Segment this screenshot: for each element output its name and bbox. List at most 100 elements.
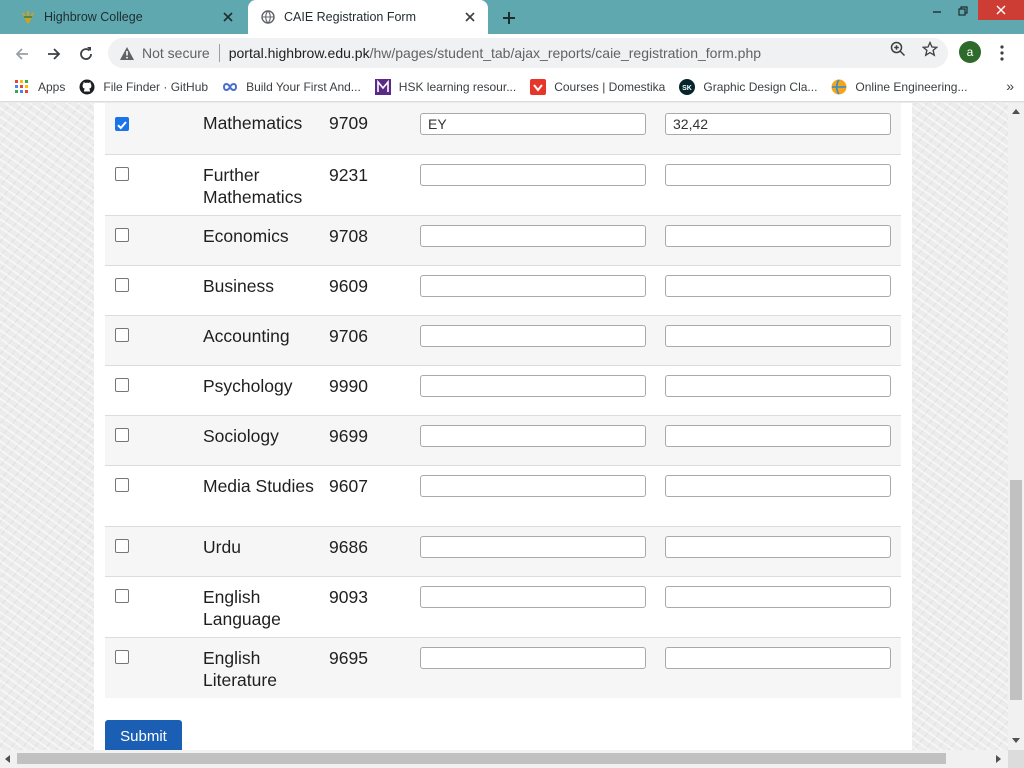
subject-field-a-input[interactable] xyxy=(420,475,646,497)
close-tab-icon[interactable] xyxy=(462,9,478,25)
close-tab-icon[interactable] xyxy=(220,9,236,25)
subject-checkbox[interactable] xyxy=(115,589,129,603)
sk-icon: SK xyxy=(679,78,696,95)
subject-field-a-input[interactable] xyxy=(420,586,646,608)
subject-field-b-input[interactable] xyxy=(665,325,891,347)
subject-field-b-input[interactable] xyxy=(665,586,891,608)
subject-field-b-input[interactable] xyxy=(665,536,891,558)
checkmark-icon xyxy=(117,121,127,130)
vertical-scroll-thumb[interactable] xyxy=(1010,480,1022,700)
scroll-left-arrow-icon[interactable] xyxy=(5,755,10,763)
new-tab-plus-icon[interactable] xyxy=(498,7,520,29)
subject-name: English Literature xyxy=(203,648,277,690)
zoom-magnifier-icon[interactable] xyxy=(889,40,907,58)
restore-window-icon[interactable] xyxy=(952,0,974,22)
subject-field-b-input[interactable] xyxy=(665,275,891,297)
subject-code: 9708 xyxy=(329,226,368,246)
subject-code: 9990 xyxy=(329,376,368,396)
subject-checkbox[interactable] xyxy=(115,278,129,292)
highbrow-logo-icon xyxy=(20,9,36,25)
subject-code: 9609 xyxy=(329,276,368,296)
warning-triangle-icon[interactable] xyxy=(118,44,136,62)
infinity-icon xyxy=(222,79,238,95)
bookmark-hsk-learning[interactable]: HSK learning resour... xyxy=(374,78,516,95)
subject-field-b-input[interactable]: 32,42 xyxy=(665,113,891,135)
table-row: Urdu 9686 xyxy=(105,527,901,577)
scroll-right-arrow-icon[interactable] xyxy=(996,755,1001,763)
subject-checkbox[interactable] xyxy=(115,117,129,131)
subject-name: Psychology xyxy=(203,376,293,396)
subject-field-b-input[interactable] xyxy=(665,375,891,397)
scrollbar-corner xyxy=(1008,750,1024,768)
subject-checkbox[interactable] xyxy=(115,539,129,553)
bookmark-online-engineering[interactable]: Online Engineering... xyxy=(831,78,967,95)
scroll-up-arrow-icon[interactable] xyxy=(1012,109,1020,114)
address-bar[interactable]: Not secure portal.highbrow.edu.pk/hw/pag… xyxy=(108,38,948,68)
m-logo-icon xyxy=(374,78,391,95)
table-row: Sociology 9699 xyxy=(105,416,901,466)
bookmark-github-file-finder[interactable]: File Finder · GitHub xyxy=(79,79,208,95)
table-row: English Literature 9695 xyxy=(105,638,901,698)
security-status[interactable]: Not secure xyxy=(142,45,210,61)
subject-checkbox[interactable] xyxy=(115,650,129,664)
reload-icon[interactable] xyxy=(74,42,98,66)
table-row: Economics 9708 xyxy=(105,216,901,266)
subject-name: Media Studies xyxy=(203,476,314,496)
bookmark-label: Build Your First And... xyxy=(246,79,361,94)
subject-field-b-input[interactable] xyxy=(665,425,891,447)
tab-title: Highbrow College xyxy=(44,10,143,24)
table-row: Further Mathematics 9231 xyxy=(105,155,901,216)
url-path: /hw/pages/student_tab/ajax_reports/caie_… xyxy=(369,45,762,61)
horizontal-scroll-thumb[interactable] xyxy=(17,753,946,764)
table-row: Accounting 9706 xyxy=(105,316,901,366)
subject-field-a-input[interactable] xyxy=(420,225,646,247)
minimize-window-icon[interactable] xyxy=(926,0,948,22)
subject-code: 9699 xyxy=(329,426,368,446)
subject-code: 9709 xyxy=(329,113,368,133)
page-viewport: Mathematics 9709 EY 32,42 Further Mathematic… xyxy=(0,103,1008,750)
subject-field-b-input[interactable] xyxy=(665,164,891,186)
subject-name: Further Mathematics xyxy=(203,165,303,207)
bookmark-build-first-android[interactable]: Build Your First And... xyxy=(222,79,361,95)
subject-field-b-input[interactable] xyxy=(665,647,891,669)
subject-checkbox[interactable] xyxy=(115,428,129,442)
bookmarks-overflow-chevron-icon[interactable]: » xyxy=(1006,78,1014,94)
subject-checkbox[interactable] xyxy=(115,167,129,181)
url-host: portal.highbrow.edu.pk xyxy=(228,45,370,61)
bookmark-star-icon[interactable] xyxy=(921,40,939,58)
subject-field-b-input[interactable] xyxy=(665,475,891,497)
subject-field-a-input[interactable] xyxy=(420,536,646,558)
subject-code: 9686 xyxy=(329,537,368,557)
subject-field-a-input[interactable] xyxy=(420,647,646,669)
bookmark-domestika[interactable]: Courses | Domestika xyxy=(530,78,665,95)
horizontal-scrollbar[interactable] xyxy=(0,750,1024,768)
subject-name: Accounting xyxy=(203,326,290,346)
vertical-scrollbar[interactable] xyxy=(1008,103,1024,750)
tab-caie-registration-form[interactable]: CAIE Registration Form xyxy=(248,0,488,34)
menu-kebab-icon[interactable] xyxy=(994,42,1010,64)
domestika-icon xyxy=(530,78,547,95)
subject-checkbox[interactable] xyxy=(115,478,129,492)
subject-field-a-input[interactable]: EY xyxy=(420,113,646,135)
scroll-down-arrow-icon[interactable] xyxy=(1012,738,1020,743)
bookmark-graphic-design[interactable]: SK Graphic Design Cla... xyxy=(679,78,817,95)
subject-name: Urdu xyxy=(203,537,241,557)
forward-arrow-icon[interactable] xyxy=(42,42,66,66)
subject-field-a-input[interactable] xyxy=(420,164,646,186)
subject-field-a-input[interactable] xyxy=(420,375,646,397)
subject-field-a-input[interactable] xyxy=(420,425,646,447)
subject-name: Sociology xyxy=(203,426,279,446)
subject-checkbox[interactable] xyxy=(115,228,129,242)
subject-checkbox[interactable] xyxy=(115,328,129,342)
bookmark-apps[interactable]: Apps xyxy=(14,79,65,95)
profile-avatar[interactable]: a xyxy=(959,41,981,63)
close-window-icon[interactable] xyxy=(978,0,1024,20)
subject-field-a-input[interactable] xyxy=(420,325,646,347)
tab-highbrow-college[interactable]: Highbrow College xyxy=(8,0,246,34)
subject-field-b-input[interactable] xyxy=(665,225,891,247)
github-icon xyxy=(79,79,95,95)
submit-button[interactable]: Submit xyxy=(105,720,182,752)
subject-checkbox[interactable] xyxy=(115,378,129,392)
back-arrow-icon[interactable] xyxy=(10,42,34,66)
subject-field-a-input[interactable] xyxy=(420,275,646,297)
